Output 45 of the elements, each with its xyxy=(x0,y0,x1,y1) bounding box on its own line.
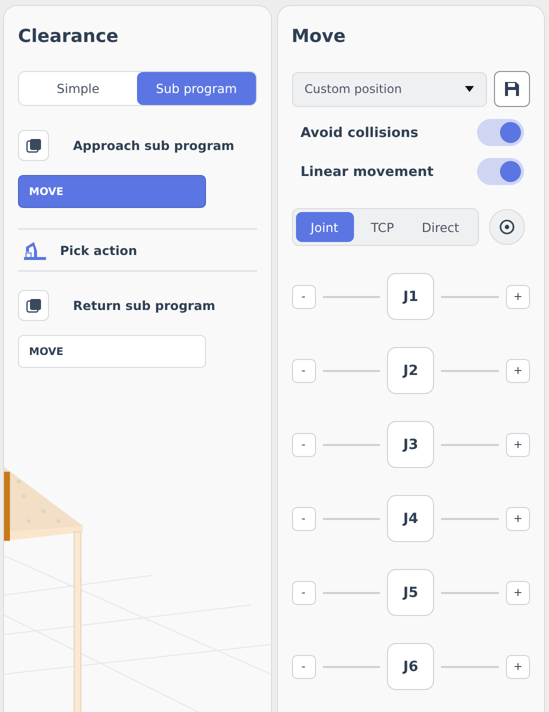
decrease-button[interactable]: - xyxy=(292,506,316,530)
toggle-switch[interactable] xyxy=(477,119,524,146)
panel-title: Move xyxy=(292,26,347,47)
joint-label: J4 xyxy=(387,495,434,542)
sub-program-label: Approach sub program xyxy=(73,138,234,153)
toggle-label: Avoid collisions xyxy=(300,124,418,140)
increase-button[interactable]: + xyxy=(506,506,530,530)
toggle-label: Linear movement xyxy=(300,164,434,180)
sub-program-field[interactable]: MOVE xyxy=(18,175,206,208)
position-dropdown[interactable]: Custom position xyxy=(292,72,487,106)
decrease-button[interactable]: - xyxy=(292,284,316,308)
decrease-button[interactable]: - xyxy=(292,432,316,456)
joint-label: J5 xyxy=(387,569,434,616)
sub-program-button[interactable] xyxy=(18,130,49,161)
panel-title: Clearance xyxy=(18,26,120,47)
mode-tab[interactable]: TCP xyxy=(354,212,412,242)
joint-label: J3 xyxy=(387,421,434,468)
increase-button[interactable]: + xyxy=(506,358,530,382)
increase-button[interactable]: + xyxy=(506,432,530,456)
increase-button[interactable]: + xyxy=(506,580,530,604)
mode-tab[interactable]: Direct xyxy=(412,212,470,242)
save-icon xyxy=(504,81,520,97)
sub-program-label: Return sub program xyxy=(73,298,216,313)
robot-arm-icon xyxy=(22,239,48,261)
save-button[interactable] xyxy=(494,71,530,107)
sub-program-button[interactable] xyxy=(18,290,49,321)
decrease-button[interactable]: - xyxy=(292,654,316,678)
layers-icon xyxy=(26,138,42,154)
mode-tab[interactable]: Simple xyxy=(19,72,138,105)
decrease-button[interactable]: - xyxy=(292,580,316,604)
toggle-switch[interactable] xyxy=(477,158,524,185)
joint-label: J1 xyxy=(387,273,434,320)
increase-button[interactable]: + xyxy=(506,654,530,678)
caret-icon xyxy=(465,86,474,92)
action-label: Pick action xyxy=(60,242,138,258)
mode-tab[interactable]: Sub program xyxy=(137,72,256,105)
joint-label: J2 xyxy=(387,347,434,394)
increase-button[interactable]: + xyxy=(506,284,530,308)
target-icon xyxy=(498,219,514,235)
target-button[interactable] xyxy=(488,209,524,245)
sub-program-field[interactable]: MOVE xyxy=(18,335,206,368)
mode-tab[interactable]: Joint xyxy=(296,212,354,242)
layers-icon xyxy=(26,298,42,314)
decrease-button[interactable]: - xyxy=(292,358,316,382)
joint-label: J6 xyxy=(387,643,434,690)
